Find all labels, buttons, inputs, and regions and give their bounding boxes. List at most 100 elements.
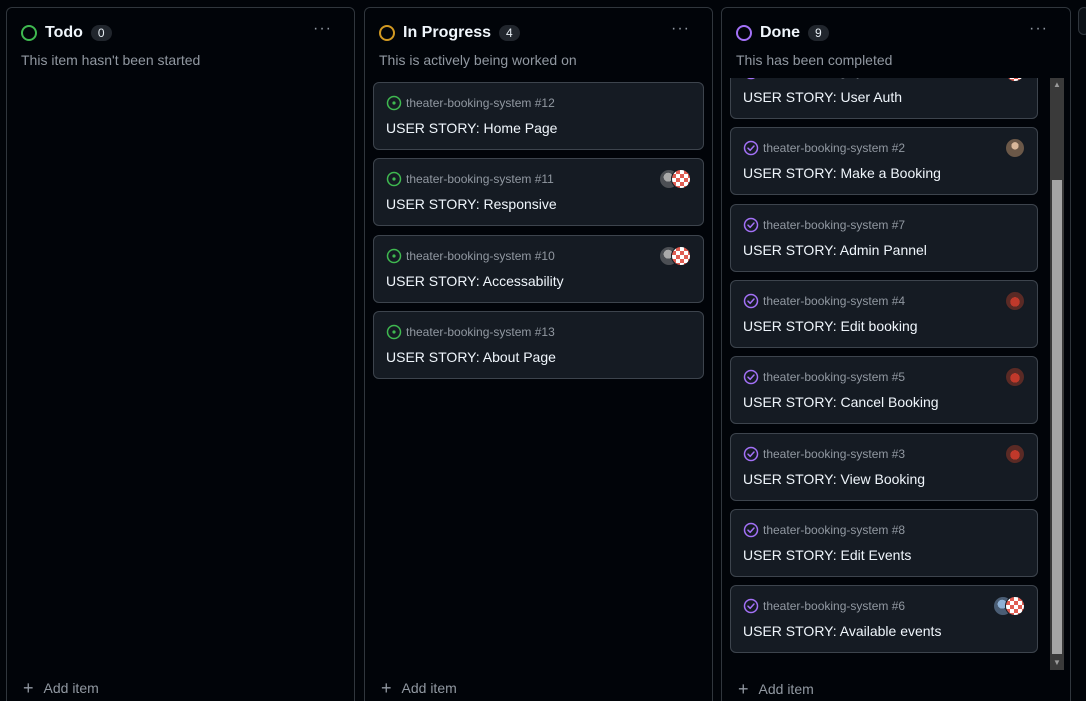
assignee-avatars[interactable] [1005, 138, 1025, 159]
column-count: 9 [808, 25, 829, 41]
in-progress-status-icon [379, 25, 395, 41]
column-more-icon[interactable]: ··· [313, 20, 332, 38]
card-title[interactable]: USER STORY: Responsive [386, 196, 557, 212]
assignee-avatars[interactable] [993, 596, 1025, 617]
issue-open-icon [386, 172, 402, 187]
assignee-avatars[interactable] [1005, 443, 1025, 464]
column-more-icon[interactable]: ··· [671, 20, 690, 38]
column-more-icon[interactable]: ··· [1029, 20, 1048, 38]
column-header: Done 9 ··· This has been completed [722, 8, 1070, 78]
column-title: Todo [45, 24, 83, 41]
card-title[interactable]: USER STORY: Cancel Booking [743, 394, 939, 410]
column-description: This is actively being worked on [379, 52, 577, 68]
card-meta: theater-booking-system #7 [743, 217, 905, 233]
card-meta: theater-booking-system #1 [743, 78, 905, 80]
issue-closed-icon [746, 78, 756, 80]
card-repo-link[interactable]: theater-booking-system #8 [763, 523, 905, 537]
card-repo-link[interactable]: theater-booking-system #12 [406, 96, 555, 110]
issue-card[interactable]: theater-booking-system #11 USER STORY: Re… [373, 158, 704, 227]
issue-card[interactable]: theater-booking-system #6 USER STORY: Ava… [730, 585, 1038, 654]
todo-status-icon [21, 25, 37, 41]
avatar[interactable] [1005, 78, 1025, 82]
issue-card[interactable]: theater-booking-system #2 USER STORY: Mak… [730, 127, 1038, 196]
column-description: This item hasn't been started [21, 52, 201, 68]
issue-card[interactable]: theater-booking-system #4 USER STORY: Edi… [730, 279, 1038, 348]
card-repo-link[interactable]: theater-booking-system #10 [406, 249, 555, 263]
issue-card[interactable]: theater-booking-system #13 USER STORY: Ab… [373, 310, 704, 379]
issue-card[interactable]: theater-booking-system #7 USER STORY: Adm… [730, 203, 1038, 272]
assignee-avatars[interactable] [1005, 290, 1025, 311]
card-repo-link[interactable]: theater-booking-system #13 [406, 325, 555, 339]
avatar[interactable] [671, 169, 691, 190]
add-item-label: Add item [401, 680, 457, 696]
card-repo-link[interactable]: theater-booking-system #11 [406, 172, 554, 186]
card-title[interactable]: USER STORY: View Booking [743, 471, 925, 487]
card-title[interactable]: USER STORY: Available events [743, 623, 941, 639]
avatar[interactable] [1005, 596, 1025, 617]
issue-card[interactable]: theater-booking-system #12 USER STORY: Ho… [373, 82, 704, 150]
column-body: theater-booking-system #1 USER STORY: Use… [722, 78, 1046, 666]
next-column-edge [1078, 7, 1086, 35]
card-repo-link[interactable]: theater-booking-system #1 [763, 78, 905, 79]
card-title[interactable]: USER STORY: Edit booking [743, 318, 918, 334]
card-meta: theater-booking-system #4 [743, 293, 905, 309]
assignee-avatars[interactable] [1005, 367, 1025, 388]
card-repo-link[interactable]: theater-booking-system #4 [763, 294, 905, 308]
issue-card[interactable]: theater-booking-system #5 USER STORY: Can… [730, 356, 1038, 425]
avatar[interactable] [1005, 138, 1025, 159]
card-meta: theater-booking-system #2 [743, 140, 905, 156]
issue-closed-icon [743, 598, 759, 614]
column-body [7, 78, 354, 666]
card-meta: theater-booking-system #12 [386, 95, 555, 111]
avatar[interactable] [1005, 290, 1025, 311]
add-item-label: Add item [43, 680, 99, 696]
card-repo-link[interactable]: theater-booking-system #5 [763, 370, 905, 384]
card-title[interactable]: USER STORY: Admin Pannel [743, 242, 927, 258]
column-scrollbar[interactable]: ▲ ▼ [1050, 78, 1064, 670]
avatar[interactable] [1005, 367, 1025, 388]
column-header: In Progress 4 ··· This is actively being… [365, 8, 712, 78]
issue-closed-icon [743, 217, 759, 232]
column-todo: Todo 0 ··· This item hasn't been started… [6, 7, 355, 701]
card-meta: theater-booking-system #11 [386, 171, 554, 187]
add-item-button[interactable]: + Add item [738, 679, 814, 699]
issue-card[interactable]: theater-booking-system #3 USER STORY: Vie… [730, 432, 1038, 501]
column-header: Todo 0 ··· This item hasn't been started [7, 8, 354, 78]
card-title[interactable]: USER STORY: User Auth [743, 89, 902, 105]
card-repo-link[interactable]: theater-booking-system #2 [763, 141, 905, 155]
column-description: This has been completed [736, 52, 893, 68]
card-meta: theater-booking-system #13 [386, 324, 555, 340]
column-count: 4 [499, 25, 520, 41]
issue-closed-icon [743, 141, 759, 156]
card-title[interactable]: USER STORY: Home Page [386, 120, 557, 136]
issue-closed-icon [743, 522, 759, 538]
card-meta: theater-booking-system #10 [386, 248, 555, 264]
avatar[interactable] [671, 245, 691, 266]
issue-closed-icon [743, 369, 759, 385]
issue-card[interactable]: theater-booking-system #8 USER STORY: Edi… [730, 508, 1038, 577]
scroll-down-arrow-icon[interactable]: ▼ [1050, 656, 1064, 670]
card-title[interactable]: USER STORY: About Page [386, 349, 556, 365]
assignee-avatars[interactable] [659, 245, 691, 266]
card-repo-link[interactable]: theater-booking-system #7 [763, 218, 905, 232]
assignee-avatars[interactable] [659, 169, 691, 190]
scroll-thumb[interactable] [1052, 180, 1062, 654]
card-title[interactable]: USER STORY: Edit Events [743, 547, 911, 563]
issue-card[interactable]: theater-booking-system #10 USER STORY: Ac… [373, 234, 704, 303]
issue-open-icon [386, 248, 402, 263]
issue-card[interactable]: theater-booking-system #1 USER STORY: Use… [730, 78, 1038, 119]
scroll-up-arrow-icon[interactable]: ▲ [1050, 78, 1064, 92]
card-meta: theater-booking-system #6 [743, 598, 905, 614]
issue-open-icon [386, 324, 402, 340]
card-repo-link[interactable]: theater-booking-system #6 [763, 599, 905, 613]
column-title: In Progress [403, 24, 492, 41]
card-repo-link[interactable]: theater-booking-system #3 [763, 447, 905, 461]
add-item-button[interactable]: + Add item [381, 678, 457, 698]
assignee-avatars[interactable] [1005, 78, 1025, 82]
avatar[interactable] [1005, 443, 1025, 464]
card-title[interactable]: USER STORY: Make a Booking [743, 165, 941, 181]
card-title[interactable]: USER STORY: Accessability [386, 273, 564, 289]
issue-open-icon [386, 95, 402, 111]
add-item-button[interactable]: + Add item [23, 678, 99, 698]
issue-closed-icon [743, 293, 759, 309]
